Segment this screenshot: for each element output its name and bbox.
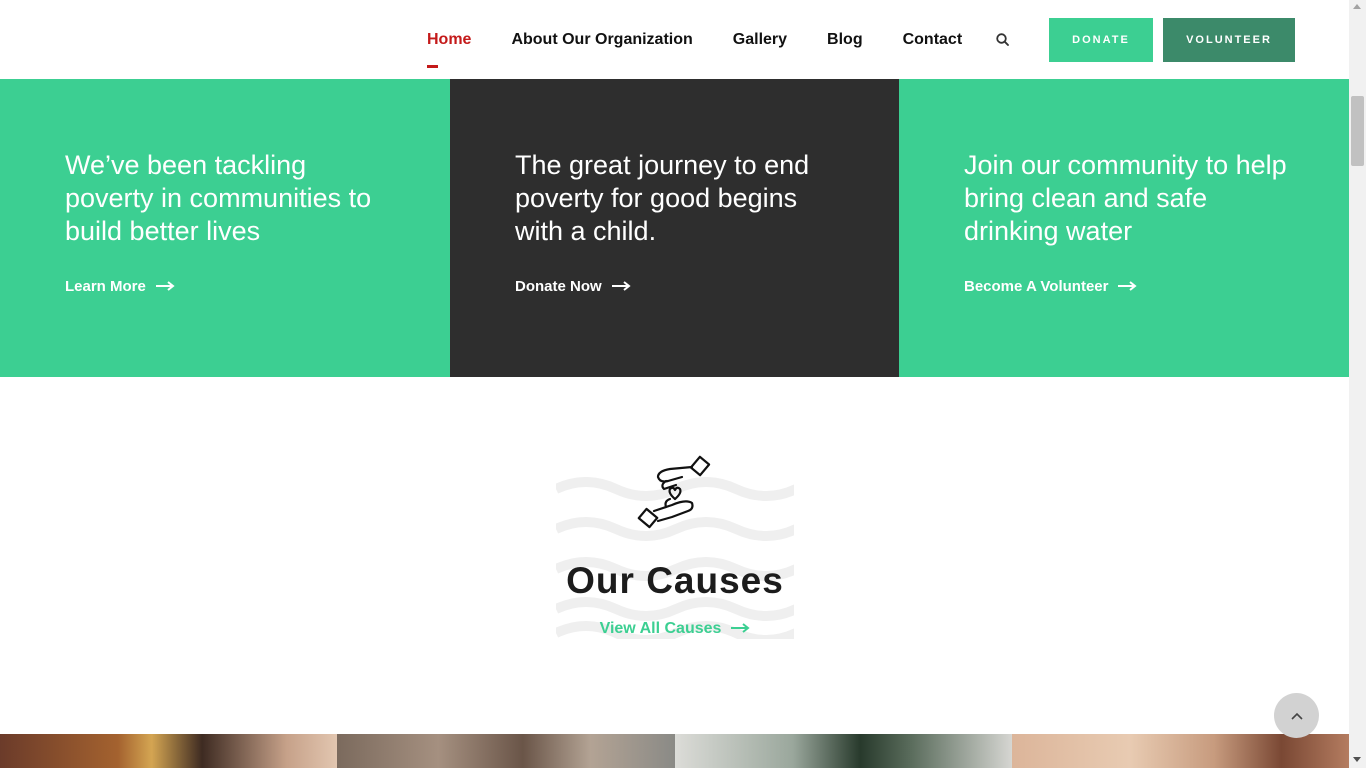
nav-item-label: Gallery [732, 31, 788, 48]
cause-image[interactable] [1012, 734, 1349, 768]
nav-item-label: Blog [827, 31, 863, 48]
nav-item-label: Contact [902, 31, 963, 48]
donate-now-link[interactable]: Donate Now [515, 278, 631, 295]
arrow-right-icon [1118, 278, 1138, 295]
hands-heart-icon [636, 455, 714, 531]
learn-more-link[interactable]: Learn More [65, 278, 175, 295]
cause-image[interactable] [0, 734, 337, 768]
link-label: View All Causes [599, 620, 722, 637]
scroll-down-icon[interactable] [1353, 757, 1361, 762]
cause-image[interactable] [337, 734, 675, 768]
nav-item-contact[interactable]: Contact [903, 0, 963, 79]
panel-title: The great journey to end poverty for goo… [515, 150, 810, 246]
scroll-up-icon[interactable] [1353, 4, 1361, 9]
arrow-right-icon [155, 278, 175, 295]
nav-item-label: About Our Organization [511, 31, 693, 48]
panel-title: We’ve been tackling poverty in communiti… [65, 150, 372, 246]
hero-panel-water: Join our community to help bring clean a… [899, 79, 1349, 377]
main-nav: Home About Our Organization Gallery Blog… [427, 0, 1002, 79]
nav-item-blog[interactable]: Blog [827, 0, 863, 79]
search-icon[interactable] [995, 32, 1011, 48]
nav-item-label: Home [427, 31, 472, 48]
arrow-right-icon [731, 620, 751, 638]
nav-item-gallery[interactable]: Gallery [733, 0, 787, 79]
hero-panels: We’ve been tackling poverty in communiti… [0, 79, 1349, 377]
causes-section: Our Causes View All Causes [0, 377, 1349, 734]
donate-button[interactable]: DONATE [1049, 18, 1153, 62]
active-indicator [427, 65, 438, 68]
chevron-up-icon [1290, 707, 1303, 725]
causes-title: Our Causes [566, 560, 784, 601]
site-header: Home About Our Organization Gallery Blog… [0, 0, 1349, 79]
link-label: Donate Now [515, 278, 602, 295]
page-scrollbar[interactable] [1349, 0, 1366, 768]
volunteer-button[interactable]: VOLUNTEER [1163, 18, 1295, 62]
scroll-thumb[interactable] [1351, 96, 1364, 166]
cause-image[interactable] [675, 734, 1012, 768]
panel-title: Join our community to help bring clean a… [964, 150, 1287, 246]
causes-image-strip [0, 734, 1349, 768]
nav-item-about[interactable]: About Our Organization [511, 0, 692, 79]
hero-panel-child: The great journey to end poverty for goo… [450, 79, 899, 377]
become-volunteer-link[interactable]: Become A Volunteer [964, 278, 1138, 295]
link-label: Become A Volunteer [964, 278, 1109, 295]
arrow-right-icon [611, 278, 631, 295]
view-all-causes-link[interactable]: View All Causes [556, 620, 794, 638]
nav-item-home[interactable]: Home [427, 0, 471, 79]
hero-panel-poverty: We’ve been tackling poverty in communiti… [0, 79, 450, 377]
link-label: Learn More [65, 278, 146, 295]
back-to-top-button[interactable] [1274, 693, 1319, 738]
